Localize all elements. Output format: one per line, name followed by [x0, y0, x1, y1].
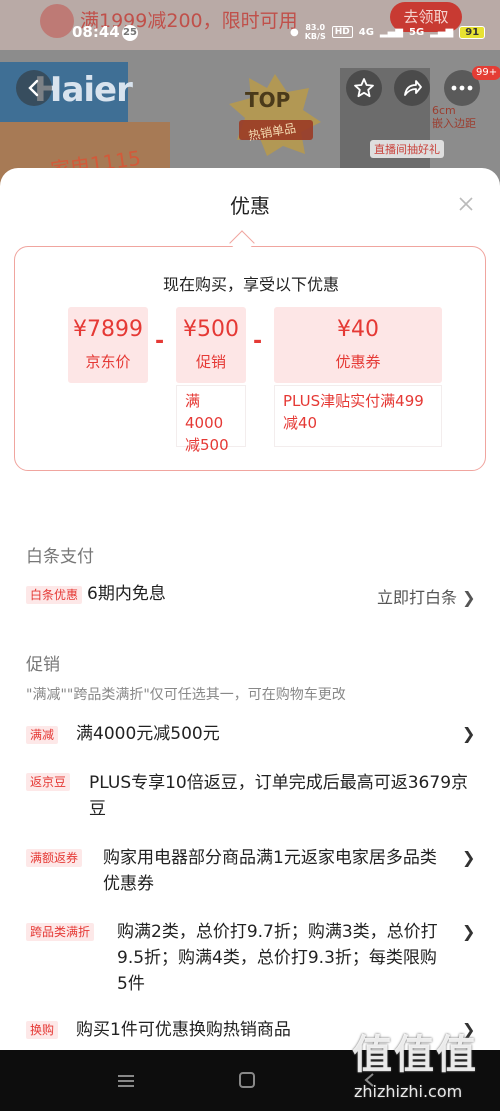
promo-item-tag: 换购 [26, 1021, 59, 1039]
status-bar: 08:44 25 ● 83.0 KB/S HD 4G ▂▄▆ 5G ▂▄▆ 91 [0, 20, 500, 46]
drop-icon: ● [290, 26, 299, 38]
discount-summary-card: 现在购买，享受以下优惠 ¥7899 京东价 - ¥500 促销 - ¥40 优惠… [14, 246, 486, 471]
more-icon [451, 85, 473, 91]
promo-label: 促销 [195, 353, 226, 371]
card-heading: 现在购买，享受以下优惠 [162, 275, 339, 294]
notification-count: 25 [122, 25, 138, 41]
price-amount: ¥7899 [73, 317, 143, 342]
chevron-right-icon: ❯ [462, 724, 476, 743]
baitiao-heading: 白条支付 [26, 547, 94, 567]
share-icon [404, 80, 422, 96]
price-box: ¥7899 京东价 [68, 307, 148, 383]
share-button[interactable] [394, 70, 430, 106]
back-button[interactable] [16, 70, 52, 106]
minus-sign: - [253, 329, 263, 354]
star-icon [354, 78, 374, 98]
favorite-button[interactable] [346, 70, 382, 106]
promo-note: 满4000减500 [176, 385, 246, 454]
watermark: 值值值 zhizhizhi.com [352, 1022, 498, 1108]
close-button[interactable] [452, 190, 480, 218]
promotions-heading: 促销 [26, 655, 60, 675]
promo-box: ¥500 促销 [176, 307, 246, 383]
minus-sign: - [155, 329, 165, 354]
promo-amount: ¥500 [183, 317, 239, 342]
menu-icon[interactable] [117, 1074, 135, 1088]
price-label: 京东价 [85, 353, 131, 371]
promo-item-tag: 跨品类满折 [26, 923, 95, 941]
status-indicators: ● 83.0 KB/S HD 4G ▂▄▆ 5G ▂▄▆ 91 [290, 23, 486, 41]
coupon-label: 优惠券 [335, 353, 381, 371]
coupon-note: PLUS津贴实付满499减40 [274, 385, 442, 447]
coupon-amount: ¥40 [337, 317, 379, 342]
promo-item-text: 购家用电器部分商品满1元返家电家居多品类优惠券 [103, 848, 437, 894]
discount-sheet: 优惠 现在购买，享受以下优惠 ¥7899 京东价 - ¥500 促销 - ¥40… [0, 168, 500, 1048]
network-speed: 83.0 KB/S [305, 23, 326, 41]
coupon-box: ¥40 优惠券 [274, 307, 442, 383]
badge-top-text: TOP [245, 88, 291, 112]
baitiao-text: 6期内免息 [87, 584, 166, 604]
promo-item-tag: 满减 [26, 726, 59, 744]
promo-item-text: 购满2类，总价打9.7折；购满3类，总价打9.5折；购满4类，总价打9.3折；每… [117, 922, 438, 994]
watermark-site: zhizhizhi.com [354, 1082, 463, 1101]
chevron-right-icon: ❯ [462, 848, 476, 867]
promotions-note: "满减""跨品类满折"仅可任选其一，可在购物车更改 [26, 687, 346, 703]
message-count-badge: 99+ [472, 66, 500, 80]
watermark-logo: 值值值 [352, 1032, 478, 1078]
promo-item-text: PLUS专享10倍返豆，订单完成后最高可返3679京豆 [89, 773, 469, 819]
chevron-right-icon: ❯ [462, 922, 476, 941]
back-icon [28, 79, 39, 97]
promo-item-tag: 满额返券 [26, 849, 83, 867]
baitiao-action-button[interactable]: 立即打白条 ❯ [377, 584, 476, 608]
signal-icon-2: ▂▄▆ [430, 26, 454, 38]
hd-indicator: HD [331, 26, 353, 38]
top-seller-badge [229, 74, 321, 156]
spec-text: 6cm 嵌入边距 [432, 104, 476, 130]
battery-indicator: 91 [459, 25, 486, 39]
baitiao-action-label: 立即打白条 [377, 588, 458, 607]
status-time: 08:44 [72, 23, 120, 41]
speed-unit: KB/S [304, 32, 326, 41]
promo-item-tag: 返京豆 [26, 773, 71, 791]
sheet-title: 优惠 [230, 194, 270, 218]
live-gift-label[interactable]: 直播间抽好礼 [370, 140, 444, 158]
product-page-background: 满1999减200，限时可用 去领取 Haier 家电1115 TOP 热销单品… [0, 0, 500, 190]
chevron-right-icon: ❯ [462, 588, 476, 607]
screen: 满1999减200，限时可用 去领取 Haier 家电1115 TOP 热销单品… [0, 0, 500, 1111]
speed-value: 83.0 [305, 23, 326, 32]
home-icon[interactable] [239, 1072, 255, 1088]
promo-item-text: 满4000元减500元 [76, 724, 220, 744]
baitiao-tag: 白条优惠 [26, 586, 83, 604]
signal-icon: ▂▄▆ [379, 26, 403, 38]
signal-4g: 4G [358, 26, 374, 38]
signal-5g: 5G [408, 26, 425, 38]
close-icon [459, 197, 473, 211]
